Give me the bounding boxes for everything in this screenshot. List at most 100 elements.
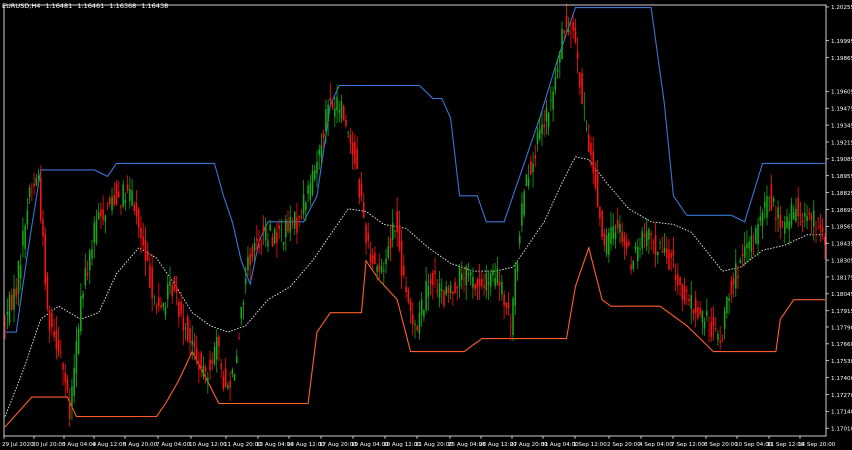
candle: [62, 361, 64, 386]
candle-body: [481, 279, 483, 286]
candle-body: [44, 234, 46, 285]
candle-body: [775, 217, 777, 220]
x-tick-label: 5 Aug 20:00: [123, 442, 158, 448]
candle-body: [135, 203, 138, 217]
candle: [723, 306, 726, 340]
candle: [766, 185, 768, 226]
candle-body: [812, 210, 815, 227]
y-tick-label: 1.17790: [831, 325, 852, 331]
candle-body: [668, 249, 670, 270]
candle-body: [60, 351, 62, 353]
candle: [550, 86, 552, 112]
candle: [369, 241, 372, 267]
candle-body: [554, 76, 557, 91]
candle-body: [752, 248, 755, 250]
candle-body: [514, 269, 517, 306]
candle-body: [173, 276, 176, 290]
candle-body: [416, 326, 419, 331]
candle: [218, 333, 220, 362]
symbol-label: EURUSD,H4: [2, 2, 41, 10]
candle: [51, 307, 53, 336]
candle: [178, 298, 180, 328]
candle: [643, 222, 646, 248]
candle-body: [218, 336, 220, 347]
candle: [403, 254, 405, 279]
candle-body: [784, 222, 786, 234]
candle: [22, 217, 24, 258]
candle-body: [305, 202, 307, 211]
candle: [449, 280, 452, 300]
y-tick-label: 1.17140: [831, 410, 852, 416]
chart-canvas[interactable]: 1.20255 1.19995 1.19865 1.19605 1.19475 1.193…: [0, 0, 852, 450]
candle-body: [198, 367, 200, 370]
x-tick-label: 8 Sep 20:00: [704, 442, 738, 448]
candle: [140, 215, 142, 254]
candle: [659, 239, 661, 250]
candle: [775, 205, 777, 233]
candle: [454, 277, 456, 294]
candle-body: [409, 301, 412, 311]
candle: [271, 232, 274, 248]
candle: [636, 238, 639, 269]
candle: [158, 282, 160, 312]
candle-body: [527, 178, 530, 187]
low-value: 1.16368: [109, 2, 137, 10]
candle-body: [821, 227, 824, 232]
candle-body: [467, 273, 470, 275]
candle-body: [518, 235, 521, 244]
candle-body: [269, 224, 271, 231]
candle: [492, 263, 494, 282]
candle: [478, 263, 481, 301]
candle: [173, 276, 176, 293]
candle-body: [672, 249, 675, 256]
candle: [126, 175, 129, 194]
candle-body: [247, 256, 249, 271]
candle-body: [663, 248, 666, 252]
candle-body: [612, 226, 615, 239]
candle-body: [563, 30, 566, 34]
candle-body: [614, 232, 617, 240]
candle: [35, 174, 38, 187]
candle: [6, 298, 9, 330]
candle: [260, 238, 263, 256]
candle-body: [104, 215, 107, 222]
candle: [88, 248, 91, 284]
candle-body: [133, 204, 136, 211]
candle-body: [200, 353, 202, 368]
candle-body: [532, 163, 534, 173]
candle: [801, 213, 804, 232]
candle: [706, 298, 708, 322]
candle: [300, 208, 303, 220]
candle-body: [224, 368, 227, 387]
candle: [799, 201, 802, 226]
candle-body: [102, 209, 104, 220]
candle: [318, 144, 320, 170]
candle: [358, 177, 361, 205]
candle: [389, 224, 392, 262]
candle-body: [57, 339, 60, 353]
candle: [109, 195, 111, 208]
candle-body: [84, 267, 87, 286]
candle: [461, 260, 463, 290]
candle: [162, 301, 165, 311]
candle-body: [587, 134, 590, 152]
candle: [583, 92, 586, 122]
candle: [416, 324, 419, 332]
candle-body: [109, 198, 111, 204]
candle: [55, 316, 58, 360]
candle-body: [187, 316, 189, 342]
candle: [512, 296, 514, 342]
candle: [100, 202, 102, 229]
candle: [117, 180, 120, 198]
chart[interactable]: 1.20255 1.19995 1.19865 1.19605 1.19475 1.193…: [0, 0, 852, 450]
candle: [679, 276, 681, 296]
candle-body: [567, 30, 570, 32]
candle: [503, 290, 505, 320]
candle-body: [440, 289, 443, 291]
candle: [657, 251, 659, 264]
candle: [592, 136, 594, 185]
candle: [752, 233, 755, 256]
candle: [200, 350, 202, 378]
candle-body: [298, 216, 300, 218]
candle-body: [316, 162, 318, 174]
